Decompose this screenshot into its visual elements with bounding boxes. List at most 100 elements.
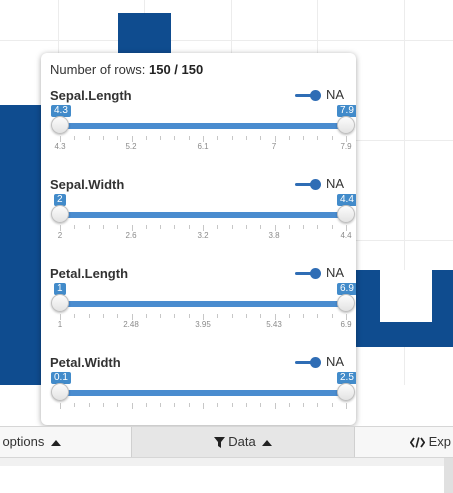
tab-label: ot options <box>0 434 45 449</box>
slider-tick <box>131 403 133 409</box>
toggle-knob[interactable] <box>310 179 321 190</box>
range-bar[interactable] <box>60 123 346 129</box>
slider-tick <box>346 136 347 142</box>
slider-tick <box>131 136 133 142</box>
slider-tick <box>346 403 347 409</box>
slider-tick <box>188 314 190 318</box>
caret-up-icon <box>51 439 61 446</box>
range-min-handle[interactable] <box>51 116 69 134</box>
tick-label: 5.43 <box>266 320 282 329</box>
slider-tick <box>74 136 76 140</box>
tab-plot-options[interactable]: ot options <box>0 427 131 457</box>
tick-label: 4.4 <box>340 231 352 240</box>
slider-tick <box>117 314 119 318</box>
histogram-bar <box>118 13 171 58</box>
range-max-handle[interactable] <box>337 205 355 223</box>
tick-label: 2.6 <box>125 231 137 240</box>
slider-tick <box>217 403 219 407</box>
data-filter-popover: Number of rows: 150 / 150 Sepal.Length N… <box>41 53 356 425</box>
slider-tick <box>117 136 119 140</box>
na-toggle[interactable]: NA <box>292 176 352 192</box>
slider-tick <box>203 225 204 231</box>
na-label: NA <box>326 87 345 102</box>
slider-tick <box>303 314 305 318</box>
range-max-handle[interactable] <box>337 383 355 401</box>
range-max-handle[interactable] <box>337 116 355 134</box>
slider-tick <box>117 403 119 407</box>
slider-tick <box>88 136 90 140</box>
na-toggle[interactable]: NA <box>292 354 352 370</box>
slider-tick <box>303 403 305 407</box>
filter-sepal-width: Sepal.Width NA 2 4.4 2 2.6 3.2 3.8 4.4 <box>41 176 356 265</box>
slider-tick <box>145 314 147 318</box>
variable-name: Sepal.Length <box>50 88 132 103</box>
slider-tick <box>188 225 190 229</box>
bar-gap <box>380 270 432 322</box>
slider-tick <box>117 225 119 229</box>
na-toggle[interactable]: NA <box>292 87 352 103</box>
tick-label: 6.9 <box>340 320 352 329</box>
slider-tick <box>346 314 347 320</box>
slider-tick <box>245 314 247 318</box>
range-bar[interactable] <box>60 212 346 218</box>
slider-tick <box>288 403 290 407</box>
slider-tick <box>145 136 147 140</box>
slider-tick <box>145 403 147 407</box>
slider-tick <box>88 225 90 229</box>
footer-area <box>0 458 453 493</box>
range-max-handle[interactable] <box>337 294 355 312</box>
slider-tick <box>160 136 162 140</box>
tick-label: 1 <box>57 320 63 329</box>
slider-tick <box>203 314 204 320</box>
slider-tick <box>188 136 190 140</box>
toggle-knob[interactable] <box>310 90 321 101</box>
tab-label: Exp <box>428 434 452 449</box>
slider-tick <box>160 225 162 229</box>
slider-tick <box>288 136 290 140</box>
caret-up-icon <box>262 439 273 446</box>
tab-data[interactable]: Data <box>131 427 355 457</box>
slider-tick <box>274 314 276 320</box>
slider-tick <box>331 225 333 229</box>
slider-tick <box>331 314 333 318</box>
tick-label: 6.1 <box>197 142 209 151</box>
range-min-handle[interactable] <box>51 205 69 223</box>
na-toggle[interactable]: NA <box>292 265 352 281</box>
range-min-handle[interactable] <box>51 383 69 401</box>
slider-tick <box>174 136 176 140</box>
slider-tick <box>102 136 104 140</box>
slider-tick <box>145 225 147 229</box>
histogram-bar <box>0 105 41 385</box>
scrollbar[interactable] <box>444 458 453 493</box>
slider-tick <box>102 225 104 229</box>
slider-tick <box>217 225 219 229</box>
slider-tick <box>174 403 176 407</box>
slider-tick <box>288 225 290 229</box>
slider-tick <box>74 314 76 318</box>
slider-tick <box>74 225 76 229</box>
filter-icon <box>213 437 225 449</box>
gridline <box>0 40 453 41</box>
code-icon <box>410 437 425 448</box>
tick-label: 2 <box>57 231 63 240</box>
slider-tick <box>317 314 319 318</box>
filter-petal-length: Petal.Length NA 1 6.9 1 2.48 3.95 5.43 6… <box>41 265 356 354</box>
toggle-knob[interactable] <box>310 357 321 368</box>
tick-label: 7.9 <box>340 142 352 151</box>
variable-name: Petal.Length <box>50 266 129 281</box>
range-min-handle[interactable] <box>51 294 69 312</box>
slider-tick <box>231 136 233 140</box>
row-count-value: 150 / 150 <box>149 62 204 77</box>
range-bar[interactable] <box>60 390 346 396</box>
slider-tick <box>303 225 305 229</box>
toggle-knob[interactable] <box>310 268 321 279</box>
slider-tick <box>188 403 190 407</box>
slider-tick <box>74 403 76 407</box>
slider-tick <box>131 225 133 231</box>
slider-tick <box>131 314 133 320</box>
range-bar[interactable] <box>60 301 346 307</box>
tab-export[interactable]: Exp <box>410 427 451 457</box>
slider-tick <box>231 314 233 318</box>
na-label: NA <box>326 265 345 280</box>
tick-label: 5.2 <box>125 142 137 151</box>
